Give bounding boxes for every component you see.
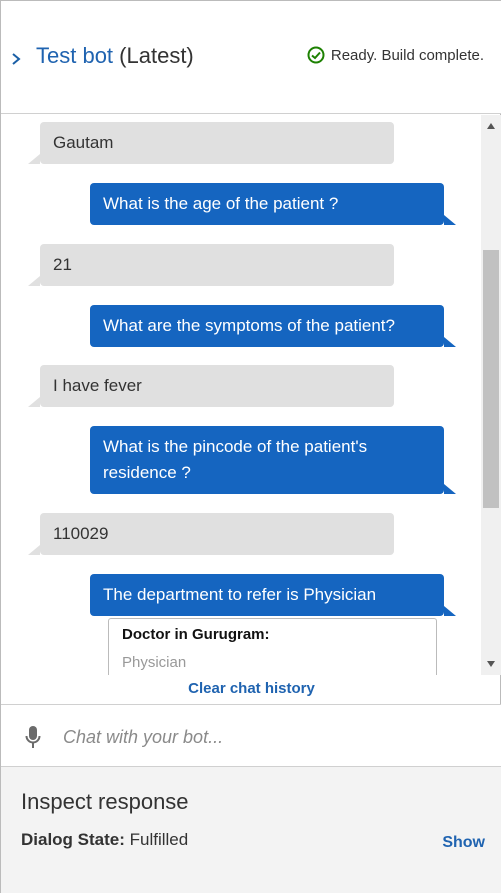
user-message: Gautam (28, 122, 394, 164)
test-bot-link[interactable]: Test bot (36, 43, 113, 68)
chat-input[interactable] (63, 723, 483, 751)
microphone-icon[interactable] (25, 725, 41, 749)
scroll-down-arrow-icon[interactable] (487, 661, 495, 667)
response-card: Doctor in Gurugram: Physician (108, 618, 437, 675)
bot-message: What is the pincode of the patient's res… (90, 426, 456, 494)
panel-header: Test bot (Latest) Ready. Build complete. (1, 1, 501, 114)
bot-message: What is the age of the patient ? (90, 183, 456, 225)
dialog-state-value: Fulfilled (129, 830, 189, 849)
user-message: I have fever (28, 365, 394, 407)
bot-message: What are the symptoms of the patient? (90, 305, 456, 347)
dialog-state-label: Dialog State: (21, 830, 125, 849)
test-bot-panel: Test bot (Latest) Ready. Build complete.… (0, 0, 501, 893)
inspect-response-title: Inspect response (21, 789, 189, 814)
scrollbar-thumb[interactable] (483, 250, 499, 508)
clear-chat-history-link[interactable]: Clear chat history (1, 680, 501, 697)
check-circle-icon (307, 46, 325, 64)
version-label: (Latest) (119, 43, 194, 68)
user-message: 21 (28, 244, 394, 286)
show-button[interactable]: Show (442, 834, 485, 852)
inspect-response-panel: Inspect response Dialog State: Fulfilled… (1, 767, 501, 893)
build-status: Ready. Build complete. (307, 46, 484, 64)
dialog-state: Dialog State: Fulfilled (21, 830, 188, 850)
chat-scrollbar[interactable] (481, 115, 501, 675)
bot-message: The department to refer is Physician (90, 574, 456, 616)
chevron-right-icon[interactable] (10, 49, 24, 69)
chat-transcript[interactable]: Gautam What is the age of the patient ? … (1, 115, 481, 675)
user-message: 110029 (28, 513, 394, 555)
card-subtitle: Physician (122, 654, 187, 671)
status-text: Ready. Build complete. (330, 46, 484, 64)
card-title: Doctor in Gurugram: (122, 626, 270, 643)
scroll-up-arrow-icon[interactable] (487, 123, 495, 129)
chat-input-row (1, 704, 501, 767)
panel-title: Test bot (Latest) (36, 43, 194, 69)
